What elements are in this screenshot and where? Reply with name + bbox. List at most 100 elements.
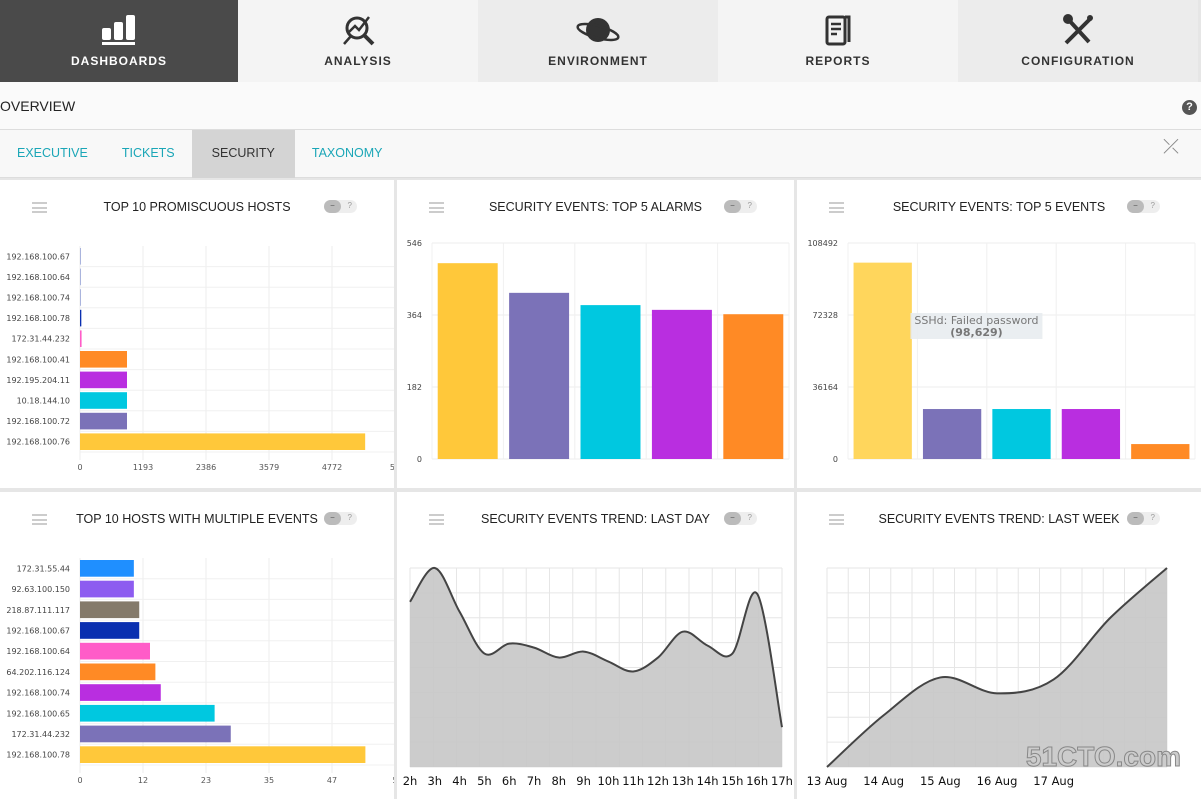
widget-panel: SECURITY EVENTS: TOP 5 EVENTS −? 0 36164 723…: [797, 180, 1201, 488]
widget-panel: TOP 10 HOSTS WITH MULTIPLE EVENTS −? 0 12 23…: [0, 492, 394, 799]
nav-reports[interactable]: REPORTS: [718, 0, 958, 82]
x-tick-label: 13h: [672, 774, 694, 788]
y-category-label: 192.168.100.74: [6, 689, 70, 698]
x-tick-label: 7h: [527, 774, 542, 788]
y-category-label: 192.168.100.65: [6, 709, 70, 718]
bar[interactable]: [437, 263, 498, 459]
x-tick-label: 3h: [427, 774, 442, 788]
x-tick-label: 5h: [477, 774, 492, 788]
watermark-logo: 51CTO.com: [1025, 741, 1181, 773]
bar[interactable]: [1131, 444, 1190, 459]
chart: 0 12 23 35 47 5 172.31.55.44 92.63.100.150 218.8…: [6, 558, 394, 785]
bar[interactable]: [80, 371, 127, 389]
chart: 0 182 364 546: [407, 239, 790, 464]
x-tick-label: 15 Aug: [920, 774, 961, 788]
tab-security[interactable]: SECURITY: [191, 130, 295, 178]
tab-tickets[interactable]: TICKETS: [105, 130, 192, 178]
x-tick-label: 2h: [403, 774, 418, 788]
x-tick-label: 14h: [697, 774, 719, 788]
bar[interactable]: [80, 684, 161, 701]
nav-label: CONFIGURATION: [1021, 54, 1135, 68]
bar[interactable]: [80, 580, 134, 598]
y-tick-label: 364: [407, 311, 422, 320]
chart: 2h 3h 4h 5h 6h 7h 8h 9h 10h 11h 12h 13h 14h 15h 16h 17h: [403, 567, 793, 788]
x-tick-label: 0: [77, 776, 82, 785]
y-category-label: 192.195.204.11: [6, 376, 70, 385]
x-tick-label: 4772: [322, 463, 342, 472]
bar[interactable]: [80, 268, 81, 286]
x-tick-label: 35: [264, 776, 274, 785]
x-tick-label: 5: [392, 776, 394, 785]
bar[interactable]: [80, 433, 366, 450]
bar[interactable]: [80, 601, 140, 619]
y-category-label: 192.168.100.76: [6, 438, 70, 447]
y-category-label: 192.168.100.41: [6, 355, 70, 364]
nav-environment[interactable]: ENVIRONMENT: [478, 0, 718, 82]
bar[interactable]: [80, 392, 127, 409]
tab-executive[interactable]: EXECUTIVE: [0, 130, 105, 178]
x-tick-label: 12h: [647, 774, 669, 788]
x-tick-label: 47: [327, 776, 337, 785]
nav-dashboards[interactable]: DASHBOARDS: [0, 0, 238, 90]
nav-analysis[interactable]: ANALYSIS: [238, 0, 478, 82]
y-tick-label: 546: [407, 239, 422, 248]
x-tick-label: 16h: [746, 774, 768, 788]
bar[interactable]: [80, 560, 134, 577]
bar[interactable]: [80, 725, 231, 743]
y-category-label: 192.168.100.78: [6, 314, 70, 323]
bar[interactable]: [80, 746, 366, 763]
y-category-label: 64.202.116.124: [6, 668, 70, 677]
x-tick-label: 13 Aug: [807, 774, 848, 788]
x-tick-label: 11h: [622, 774, 644, 788]
y-category-label: 192.168.100.72: [6, 417, 70, 426]
page-title: OVERVIEW: [0, 98, 76, 114]
y-category-label: 172.31.44.232: [11, 335, 70, 344]
bar[interactable]: [80, 351, 127, 368]
tab-taxonomy[interactable]: TAXONOMY: [295, 130, 400, 178]
y-category-label: 172.31.44.232: [11, 730, 70, 739]
x-tick-label: 12: [138, 776, 148, 785]
y-category-label: 192.168.100.78: [6, 751, 70, 760]
bar[interactable]: [992, 409, 1051, 459]
bar[interactable]: [723, 314, 784, 459]
nav-configuration[interactable]: CONFIGURATION: [958, 0, 1198, 82]
x-tick-label: 3579: [259, 463, 279, 472]
bar[interactable]: [651, 309, 712, 459]
overview-bar: OVERVIEW ?: [0, 82, 1201, 130]
y-tick-label: 72328: [813, 311, 838, 320]
help-icon[interactable]: ?: [1182, 100, 1197, 115]
bar[interactable]: [80, 704, 215, 722]
x-tick-label: 4h: [452, 774, 467, 788]
x-tick-label: 17 Aug: [1033, 774, 1074, 788]
fullscreen-icon[interactable]: ⤫: [1163, 136, 1179, 159]
y-category-label: 192.168.100.67: [6, 252, 70, 261]
x-tick-label: 9h: [576, 774, 591, 788]
bar[interactable]: [80, 622, 140, 639]
y-tick-label: 0: [833, 455, 838, 464]
bar[interactable]: [80, 330, 82, 347]
y-tick-label: 182: [407, 383, 422, 392]
x-tick-label: 16 Aug: [977, 774, 1018, 788]
y-category-label: 192.168.100.64: [6, 273, 70, 282]
bar[interactable]: [80, 642, 150, 660]
bar[interactable]: [80, 248, 81, 265]
bar[interactable]: [80, 412, 127, 430]
bar[interactable]: [80, 309, 82, 327]
chart: 0 1193 2386 3579 4772 59 192.168.100.67 192.168…: [6, 246, 394, 472]
nav-label: ENVIRONMENT: [548, 54, 648, 68]
nav-label: REPORTS: [805, 54, 871, 68]
bar[interactable]: [509, 292, 570, 459]
x-tick-label: 15h: [721, 774, 743, 788]
y-tick-label: 108492: [807, 239, 838, 248]
tools-icon: [1063, 14, 1093, 45]
bar[interactable]: [1061, 409, 1121, 459]
y-category-label: 92.63.100.150: [11, 585, 70, 594]
bar[interactable]: [80, 663, 156, 681]
bar[interactable]: [853, 262, 912, 459]
bar[interactable]: [80, 289, 81, 306]
bar[interactable]: [580, 305, 641, 459]
x-tick-label: 14 Aug: [863, 774, 904, 788]
x-tick-label: 0: [77, 463, 82, 472]
main-nav: DASHBOARDS ANALYSIS ENVIRONMENT REPORTS …: [0, 0, 1201, 90]
bar[interactable]: [922, 409, 982, 459]
